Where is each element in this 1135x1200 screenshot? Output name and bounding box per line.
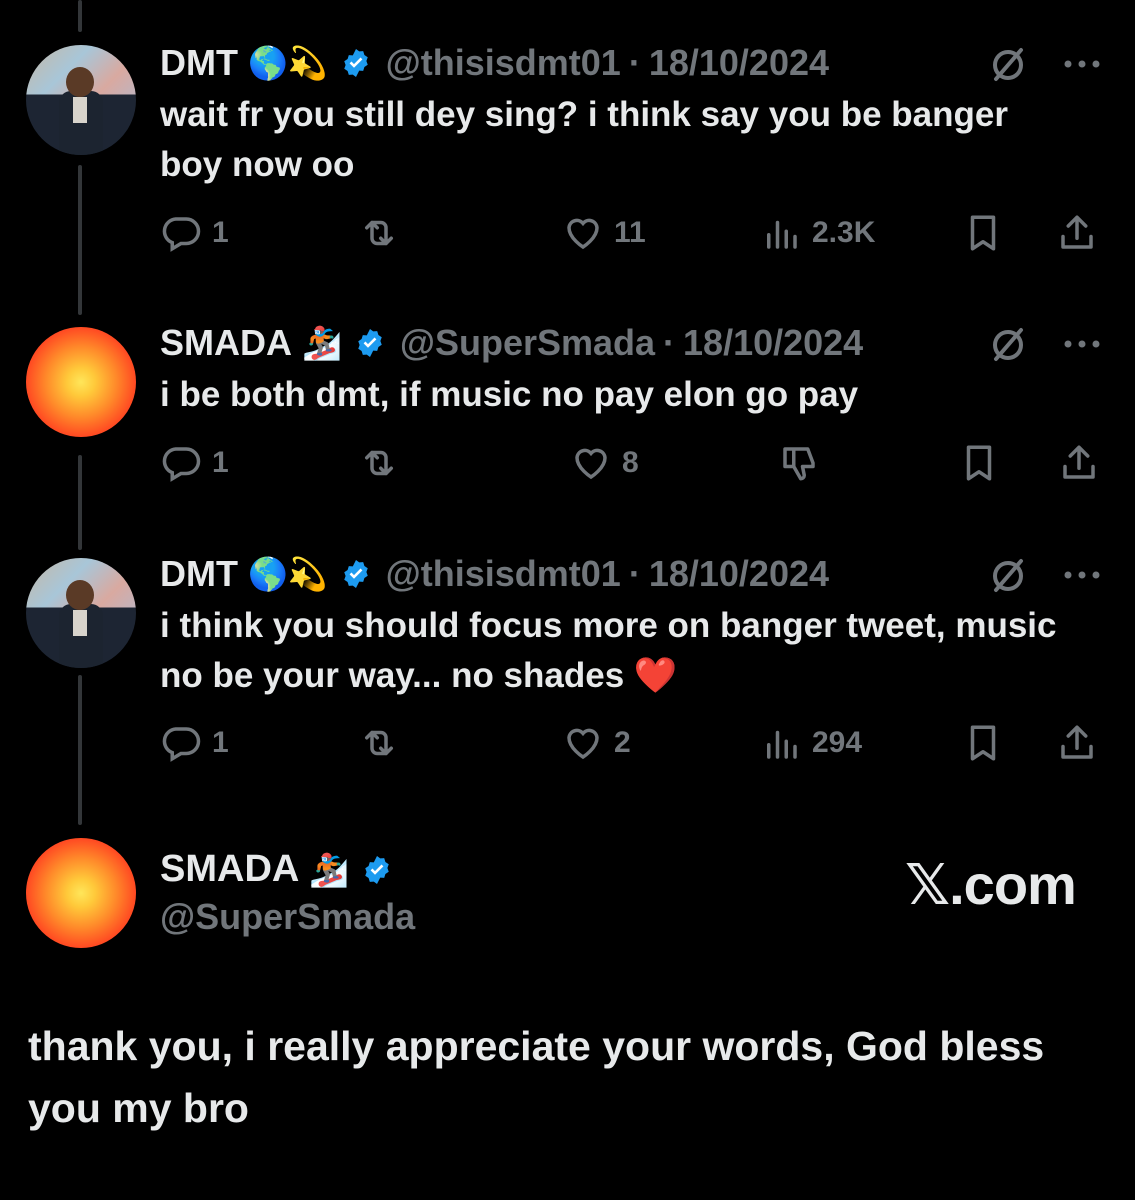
views-button[interactable]: 294: [760, 722, 862, 764]
more-options-icon[interactable]: [1062, 338, 1102, 350]
tweet-text: i think you should focus more on banger …: [160, 606, 1057, 695]
bookmark-icon: [966, 445, 992, 481]
share-button[interactable]: [1058, 442, 1100, 484]
views-icon: [767, 730, 797, 759]
x-logo-text: 𝕏.com: [905, 853, 1077, 916]
share-button[interactable]: [1056, 212, 1098, 254]
name-emojis: 🌎💫: [247, 556, 328, 592]
tweet-actions: 1 8: [160, 442, 1110, 486]
avatar[interactable]: [26, 45, 136, 155]
bookmark-icon: [970, 215, 996, 251]
heart-icon: [567, 218, 599, 250]
more-options-icon[interactable]: [1062, 569, 1102, 581]
reply-count: 1: [212, 216, 229, 249]
display-name[interactable]: SMADA: [160, 322, 292, 364]
like-count: 8: [622, 446, 639, 479]
share-icon: [1061, 725, 1093, 759]
handle[interactable]: @thisisdmt01: [386, 42, 621, 84]
reply-button[interactable]: 1: [160, 722, 229, 764]
verified-badge-icon: [343, 560, 368, 588]
handle[interactable]: @thisisdmt01: [386, 553, 621, 595]
share-icon: [1061, 215, 1093, 249]
thumbs-down-icon: [783, 447, 815, 481]
like-count: 11: [614, 216, 646, 249]
views-button[interactable]: 2.3K: [760, 212, 875, 254]
thread-line: [78, 675, 82, 825]
verified-badge-icon: [365, 855, 389, 884]
more-options-icon[interactable]: [1062, 58, 1102, 70]
grok-icon[interactable]: [988, 325, 1028, 365]
thread-line: [78, 455, 82, 550]
downvote-button[interactable]: [778, 442, 820, 484]
timestamp[interactable]: 18/10/2024: [649, 553, 829, 595]
display-name[interactable]: DMT: [160, 553, 238, 595]
retweet-button[interactable]: [358, 442, 400, 484]
display-name[interactable]: DMT: [160, 42, 238, 84]
tweet-header: DMT 🌎💫 @thisisdmt01 · 18/10/2024: [160, 553, 829, 595]
verified-badge-icon: [343, 49, 368, 77]
like-count: 2: [614, 726, 631, 759]
post-text: thank you, i really appreciate your word…: [28, 1023, 1045, 1131]
timestamp[interactable]: 18/10/2024: [649, 42, 829, 84]
tweet-text: wait fr you still dey sing? i think say …: [160, 95, 1008, 184]
name-emojis: 🏂: [302, 325, 342, 361]
avatar[interactable]: [26, 838, 136, 948]
compose-header: SMADA 🏂: [160, 848, 393, 891]
reply-button[interactable]: 1: [160, 212, 229, 254]
tweet-actions: 1 2 294: [160, 722, 1110, 766]
bookmark-button[interactable]: [962, 722, 1004, 764]
reply-icon: [162, 217, 201, 252]
avatar[interactable]: [26, 558, 136, 668]
retweet-icon: [365, 730, 393, 756]
tweet-header: SMADA 🏂 @SuperSmada · 18/10/2024: [160, 322, 863, 364]
tweet-header: DMT 🌎💫 @thisisdmt01 · 18/10/2024: [160, 42, 829, 84]
separator: ·: [628, 553, 641, 594]
retweet-icon: [365, 450, 393, 476]
share-button[interactable]: [1056, 722, 1098, 764]
views-icon: [767, 220, 797, 249]
view-count: 294: [812, 726, 863, 759]
name-emojis: 🌎💫: [247, 45, 328, 81]
like-button[interactable]: 11: [562, 212, 646, 254]
tweet-text: i be both dmt, if music no pay elon go p…: [160, 375, 859, 414]
bookmark-button[interactable]: [958, 442, 1000, 484]
thread-line: [78, 0, 82, 32]
bookmark-icon: [970, 725, 996, 761]
reply-icon: [162, 447, 201, 482]
grok-icon[interactable]: [988, 556, 1028, 596]
reply-button[interactable]: 1: [160, 442, 229, 484]
share-icon: [1063, 445, 1095, 479]
display-name[interactable]: SMADA: [160, 848, 299, 891]
handle[interactable]: @SuperSmada: [160, 896, 415, 938]
separator: ·: [628, 42, 641, 83]
retweet-button[interactable]: [358, 212, 400, 254]
like-button[interactable]: 2: [562, 722, 631, 764]
retweet-button[interactable]: [358, 722, 400, 764]
grok-icon[interactable]: [988, 45, 1028, 85]
heart-icon: [575, 448, 607, 480]
view-count: 2.3K: [812, 216, 876, 249]
retweet-icon: [365, 220, 393, 246]
verified-badge-icon: [358, 329, 382, 357]
bookmark-button[interactable]: [962, 212, 1004, 254]
reply-count: 1: [212, 726, 229, 759]
handle[interactable]: @SuperSmada: [400, 322, 655, 364]
like-button[interactable]: 8: [570, 442, 639, 484]
reply-count: 1: [212, 446, 229, 479]
tweet-actions: 1 11 2.3K: [160, 212, 1110, 256]
reply-icon: [162, 727, 201, 762]
name-emojis: 🏂: [309, 851, 350, 888]
avatar[interactable]: [26, 327, 136, 437]
heart-icon: [567, 728, 599, 760]
timestamp[interactable]: 18/10/2024: [683, 322, 863, 364]
thread-line: [78, 165, 82, 315]
separator: ·: [663, 322, 676, 363]
